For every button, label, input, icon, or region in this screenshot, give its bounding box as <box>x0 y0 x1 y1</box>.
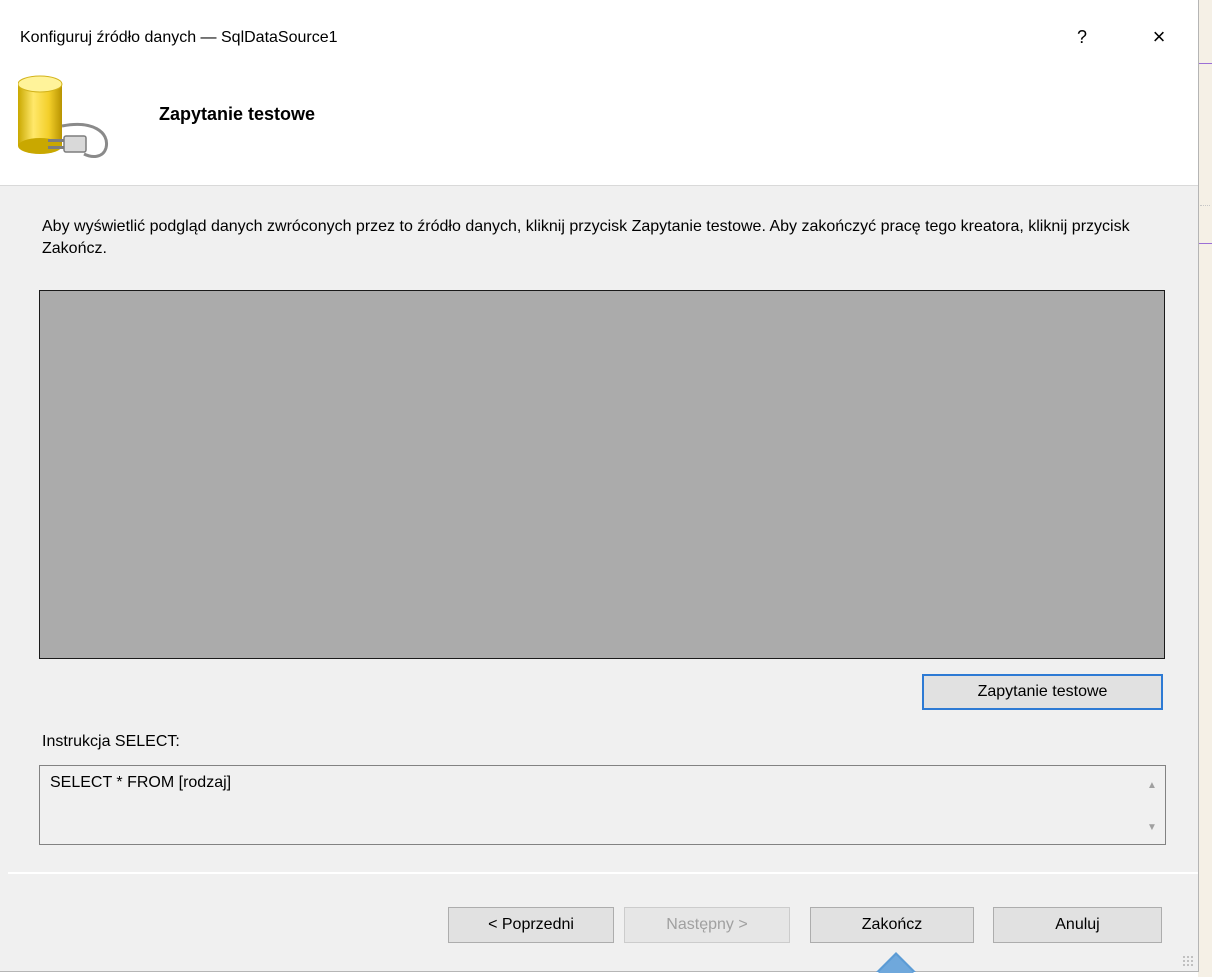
background-divider <box>1198 63 1212 64</box>
chevron-up-icon[interactable]: ▲ <box>1143 777 1161 795</box>
background-app-strip <box>1198 0 1212 977</box>
cancel-button[interactable]: Anuluj <box>993 907 1162 943</box>
wizard-header: Zapytanie testowe <box>0 62 1198 185</box>
background-divider <box>1198 243 1212 244</box>
test-query-button[interactable]: Zapytanie testowe <box>922 674 1163 710</box>
configure-data-source-dialog: Konfiguruj źródło danych — SqlDataSource… <box>0 0 1199 972</box>
select-statement-text: SELECT * FROM [rodzaj] <box>50 774 232 791</box>
title-bar: Konfiguruj źródło danych — SqlDataSource… <box>0 0 1198 62</box>
select-statement-box[interactable]: SELECT * FROM [rodzaj] ▲ ▼ <box>39 765 1166 845</box>
preview-data-grid[interactable] <box>39 290 1165 659</box>
finish-button[interactable]: Zakończ <box>810 907 974 943</box>
next-button: Następny > <box>624 907 790 943</box>
previous-button[interactable]: < Poprzedni <box>448 907 614 943</box>
resize-grip-icon[interactable] <box>1182 955 1194 967</box>
database-plug-icon <box>18 75 109 158</box>
instructions-text: Aby wyświetlić podgląd danych zwróconych… <box>42 218 1130 257</box>
page-title: Zapytanie testowe <box>159 104 316 124</box>
close-button[interactable]: × <box>1145 25 1173 49</box>
footer-divider <box>8 872 1198 874</box>
header-divider <box>0 185 1198 186</box>
callout-arrow-fill <box>878 955 914 973</box>
help-button[interactable]: ? <box>1068 25 1096 49</box>
window-title: Konfiguruj źródło danych — SqlDataSource… <box>20 29 338 46</box>
chevron-down-icon[interactable]: ▼ <box>1143 819 1161 837</box>
select-statement-label: Instrukcja SELECT: <box>42 733 180 750</box>
background-dots <box>1200 205 1210 210</box>
